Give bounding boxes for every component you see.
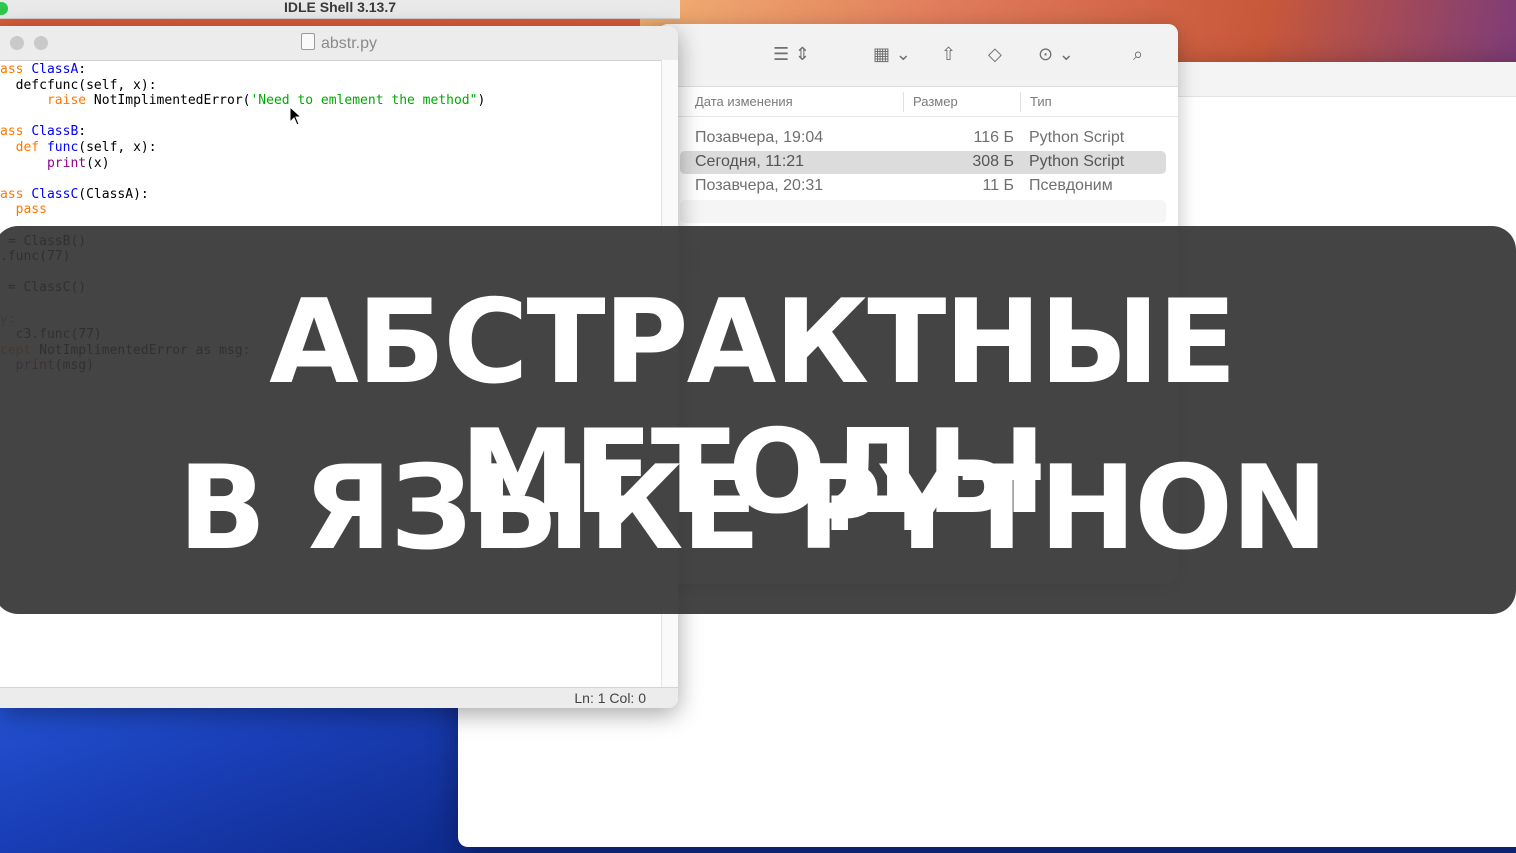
column-header-date[interactable]: Дата изменения <box>695 94 793 109</box>
file-icon <box>300 33 315 50</box>
wallpaper-bottom <box>0 700 480 853</box>
zoom-button[interactable] <box>0 2 8 15</box>
cursor-position: Ln: 1 Col: 0 <box>574 690 646 706</box>
editor-statusbar: Ln: 1 Col: 0 <box>0 687 678 708</box>
zoom-button[interactable] <box>34 36 48 50</box>
code-line[interactable]: ass ClassA: <box>0 62 660 78</box>
idle-shell-title: IDLE Shell 3.13.7 <box>283 0 397 15</box>
search-icon[interactable]: ⌕ <box>1133 42 1143 68</box>
code-line[interactable] <box>0 109 660 125</box>
file-row[interactable]: Сегодня, 11:21 308 Б Python Script <box>680 151 1166 174</box>
file-size: 11 Б <box>982 177 1014 194</box>
share-icon[interactable]: ⇧ <box>941 42 956 68</box>
file-kind: Python Script <box>1029 153 1125 170</box>
banner-title-line-2: В ЯЗЫКЕ PYTHON <box>177 441 1328 576</box>
file-kind: Псевдоним <box>1029 177 1113 194</box>
column-separator <box>1020 92 1021 112</box>
mouse-cursor-icon <box>289 106 303 126</box>
file-row[interactable]: Позавчера, 19:04 116 Б Python Script <box>680 127 1166 150</box>
idle-shell-titlebar: IDLE Shell 3.13.7 <box>0 0 680 19</box>
editor-filename: abstr.py <box>300 33 378 53</box>
column-separator <box>903 92 904 112</box>
code-line[interactable]: raise NotImplimentedError('Need to emlem… <box>0 93 660 109</box>
file-kind: Python Script <box>1029 129 1125 146</box>
code-line[interactable]: ass ClassB: <box>0 124 660 140</box>
tag-icon[interactable]: ◇ <box>988 42 1002 68</box>
column-header-kind[interactable]: Тип <box>1030 94 1052 109</box>
file-date: Позавчера, 19:04 <box>695 129 824 146</box>
code-line[interactable]: print(x) <box>0 156 660 172</box>
finder-toolbar: ☰ ⇕ ▦ ⌄ ⇧ ◇ ⊙ ⌄ ⌕ <box>658 24 1178 87</box>
file-date: Позавчера, 20:31 <box>695 177 824 194</box>
file-date: Сегодня, 11:21 <box>695 153 805 170</box>
file-row[interactable]: Позавчера, 20:31 11 Б Псевдоним <box>680 175 1166 198</box>
column-header-size[interactable]: Размер <box>913 94 958 109</box>
editor-filename-label: abstr.py <box>320 35 378 52</box>
empty-row <box>680 200 1166 223</box>
more-icon[interactable]: ⊙ ⌄ <box>1038 42 1074 68</box>
code-line[interactable]: ass ClassC(ClassA): <box>0 187 660 203</box>
grid-view-icon[interactable]: ▦ ⌄ <box>873 42 911 68</box>
code-line[interactable]: def func(self, x): <box>0 140 660 156</box>
file-size: 116 Б <box>973 129 1014 146</box>
code-line[interactable]: pass <box>0 202 660 218</box>
code-line[interactable]: defcfunc(self, x): <box>0 78 660 94</box>
title-banner: АБСТРАКТНЫЕ МЕТОДЫ В ЯЗЫКЕ PYTHON <box>0 226 1516 614</box>
editor-titlebar: abstr.py <box>0 26 678 61</box>
file-size: 308 Б <box>972 153 1014 170</box>
minimize-button[interactable] <box>10 36 24 50</box>
list-view-icon[interactable]: ☰ ⇕ <box>773 42 810 68</box>
finder-column-headers: Дата изменения Размер Тип <box>658 86 1178 117</box>
code-line[interactable] <box>0 171 660 187</box>
